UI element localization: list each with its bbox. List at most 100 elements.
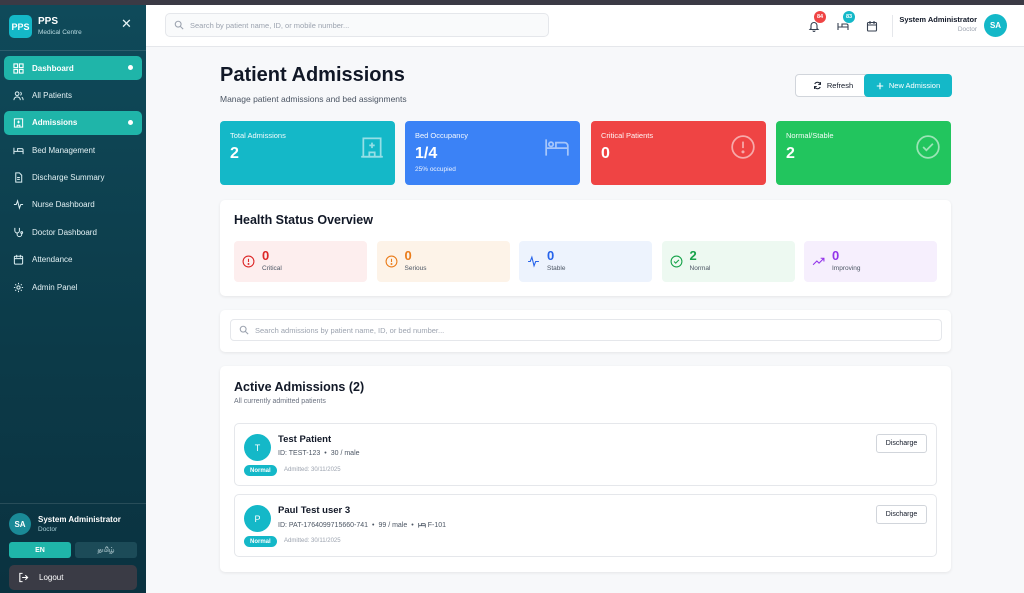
stat-total-admissions: Total Admissions 2: [220, 121, 395, 185]
page-title: Patient Admissions: [220, 64, 405, 86]
activity-icon: [527, 255, 540, 268]
sidebar-item-bed-management[interactable]: Bed Management: [4, 138, 142, 162]
health-tile-stable: 0 Stable: [519, 241, 652, 282]
sidebar-item-admissions[interactable]: Admissions: [4, 110, 142, 135]
search-icon: [174, 20, 184, 30]
stat-normal-stable: Normal/Stable 2: [776, 121, 951, 185]
calendar-icon: [12, 254, 24, 266]
brand-title: PPS: [38, 16, 59, 27]
bed-icon: [544, 134, 570, 165]
search-icon: [239, 325, 249, 335]
active-admissions-title: Active Admissions (2): [234, 380, 365, 394]
header-user[interactable]: System Administrator Doctor: [899, 15, 977, 35]
gear-icon: [12, 281, 24, 293]
sidebar-divider: [0, 50, 146, 51]
sidebar-user: SA System Administrator Doctor: [9, 513, 121, 535]
discharge-button[interactable]: Discharge: [876, 434, 927, 453]
health-tile-serious: 0 Serious: [376, 241, 510, 282]
lang-en-button[interactable]: EN: [9, 542, 71, 558]
patient-meta: ID: PAT-1764099715660-741 • 99 / male • …: [278, 521, 446, 529]
page-subtitle: Manage patient admissions and bed assign…: [220, 94, 407, 104]
calendar-icon: [866, 20, 878, 32]
health-tile-normal: 2 Normal: [661, 241, 795, 282]
brand: PPS PPS Medical Centre: [9, 15, 82, 38]
patient-age-gender: 99 / male: [378, 521, 408, 529]
health-status-card: Health Status Overview 0 Critical 0 Seri…: [220, 200, 951, 296]
logout-button[interactable]: Logout: [9, 565, 137, 590]
discharge-button[interactable]: Discharge: [876, 505, 927, 524]
health-tile-label: Stable: [547, 265, 566, 272]
header-user-name: System Administrator: [899, 15, 977, 24]
new-admission-label: New Admission: [888, 81, 941, 90]
sidebar-item-label: Admin Panel: [32, 282, 78, 292]
health-tile-value: 0: [404, 248, 412, 263]
active-admissions-subtitle: All currently admitted patients: [234, 398, 326, 405]
avatar[interactable]: SA: [984, 14, 1007, 37]
sidebar-item-doctor-dashboard[interactable]: Doctor Dashboard: [4, 220, 142, 244]
separator-dot: •: [372, 521, 375, 529]
patient-card[interactable]: T Test Patient ID: TEST-123 • 30 / male …: [234, 423, 937, 486]
stat-critical-patients: Critical Patients 0: [591, 121, 766, 185]
refresh-button[interactable]: Refresh: [795, 74, 871, 97]
logout-icon: [18, 572, 29, 583]
close-icon[interactable]: ✕: [121, 17, 132, 31]
admissions-search[interactable]: [230, 319, 942, 341]
new-admission-button[interactable]: New Admission: [864, 74, 952, 97]
admissions-search-input[interactable]: [255, 325, 941, 335]
alert-icon: [385, 255, 398, 268]
notifications-button[interactable]: 84: [807, 11, 826, 33]
admitted-date: Admitted: 30/11/2025: [284, 467, 341, 473]
sidebar-item-all-patients[interactable]: All Patients: [4, 83, 142, 107]
stat-bed-occupancy: Bed Occupancy 1/4 25% occupied: [405, 121, 580, 185]
sidebar-item-discharge-summary[interactable]: Discharge Summary: [4, 166, 142, 190]
health-tile-value: 2: [689, 248, 697, 263]
sidebar-item-admin-panel[interactable]: Admin Panel: [4, 275, 142, 299]
patient-id: ID: PAT-1764099715660-741: [278, 521, 369, 529]
sidebar-item-label: Attendance: [32, 255, 73, 265]
status-badge: Normal: [244, 536, 277, 547]
grid-icon: [12, 62, 24, 74]
health-tile-value: 0: [262, 248, 270, 263]
patient-meta: ID: TEST-123 • 30 / male: [278, 450, 360, 457]
avatar: T: [244, 434, 271, 461]
separator-dot: •: [324, 450, 327, 457]
brand-logo: PPS: [9, 15, 32, 38]
health-status-title: Health Status Overview: [234, 213, 373, 227]
main-content: Patient Admissions Manage patient admiss…: [146, 47, 1024, 593]
patient-card[interactable]: P Paul Test user 3 ID: PAT-1764099715660…: [234, 494, 937, 557]
sidebar-item-nurse-dashboard[interactable]: Nurse Dashboard: [4, 193, 142, 217]
sidebar-item-label: Discharge Summary: [32, 173, 105, 183]
patient-name: Paul Test user 3: [278, 505, 351, 516]
lang-ta-button[interactable]: தமிழ்: [75, 542, 137, 558]
patient-name: Test Patient: [278, 434, 332, 445]
sidebar-divider: [0, 503, 146, 504]
global-search[interactable]: [165, 13, 549, 37]
health-tile-value: 0: [832, 248, 840, 263]
stat-note: 25% occupied: [415, 166, 456, 173]
sidebar-item-attendance[interactable]: Attendance: [4, 248, 142, 272]
active-dot: [128, 119, 133, 125]
calendar-button[interactable]: [865, 19, 879, 33]
global-search-input[interactable]: [190, 20, 548, 30]
check-circle-icon: [915, 134, 941, 165]
sidebar-item-label: All Patients: [32, 90, 73, 100]
patient-bed: F-101: [427, 521, 447, 529]
sidebar-item-label: Nurse Dashboard: [32, 200, 95, 210]
sidebar: PPS PPS Medical Centre ✕ Dashboard All P…: [0, 5, 146, 593]
sidebar-item-dashboard[interactable]: Dashboard: [4, 56, 142, 80]
sidebar-item-label: Doctor Dashboard: [32, 227, 97, 237]
patient-age-gender: 30 / male: [330, 450, 360, 457]
health-status-tiles: 0 Critical 0 Serious 0 Stable 2 Normal 0: [234, 241, 937, 282]
top-header: 84 83 System Administrator Doctor SA: [146, 5, 1024, 47]
brand-subtitle: Medical Centre: [38, 29, 82, 36]
active-dot: [128, 65, 133, 70]
admissions-search-card: [220, 310, 951, 352]
users-icon: [12, 89, 24, 101]
logout-label: Logout: [39, 573, 64, 582]
beds-button[interactable]: 83: [836, 11, 855, 33]
beds-badge: 83: [843, 11, 855, 23]
hospital-icon: [359, 134, 385, 165]
check-circle-icon: [670, 255, 683, 268]
health-tile-critical: 0 Critical: [234, 241, 367, 282]
bed-icon: [418, 521, 426, 529]
